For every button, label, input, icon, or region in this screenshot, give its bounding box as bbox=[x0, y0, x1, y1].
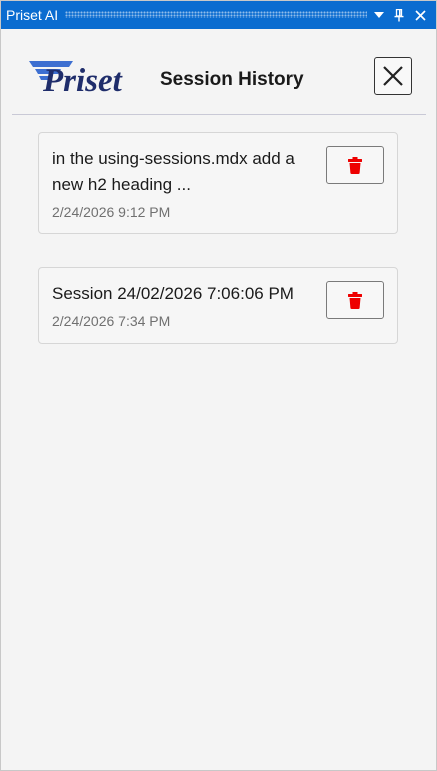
priset-logo: Priset bbox=[29, 61, 123, 98]
title-bar[interactable]: Priset AI bbox=[1, 1, 436, 29]
drag-grip[interactable] bbox=[65, 11, 367, 18]
header-divider bbox=[12, 114, 426, 115]
panel-header: Priset Session History bbox=[1, 29, 436, 115]
session-title: Session 24/02/2026 7:06:06 PM bbox=[52, 284, 294, 303]
chevron-down-icon bbox=[374, 12, 384, 18]
trash-icon bbox=[348, 156, 362, 174]
session-item[interactable]: in the using-sessions.mdx add a new h2 h… bbox=[38, 132, 398, 234]
pin-icon bbox=[394, 8, 404, 21]
close-icon bbox=[414, 9, 426, 21]
close-window-button[interactable] bbox=[411, 5, 429, 25]
window-dropdown-button[interactable] bbox=[370, 5, 388, 25]
close-icon bbox=[383, 66, 403, 86]
delete-session-button[interactable] bbox=[326, 146, 384, 184]
page-title: Session History bbox=[160, 69, 304, 90]
session-title: in the using-sessions.mdx add a new h2 h… bbox=[52, 149, 295, 194]
session-date: 2/24/2026 7:34 PM bbox=[52, 313, 171, 329]
trash-icon bbox=[348, 291, 362, 309]
window-title: Priset AI bbox=[6, 7, 59, 23]
pin-button[interactable] bbox=[390, 5, 408, 25]
logo-wordmark: Priset bbox=[42, 63, 123, 98]
close-panel-button[interactable] bbox=[374, 57, 412, 95]
delete-session-button[interactable] bbox=[326, 281, 384, 319]
session-item[interactable]: Session 24/02/2026 7:06:06 PM 2/24/2026 … bbox=[38, 267, 398, 344]
session-date: 2/24/2026 9:12 PM bbox=[52, 204, 171, 220]
tool-window: Priset AI Priset Session History in the … bbox=[0, 0, 437, 771]
